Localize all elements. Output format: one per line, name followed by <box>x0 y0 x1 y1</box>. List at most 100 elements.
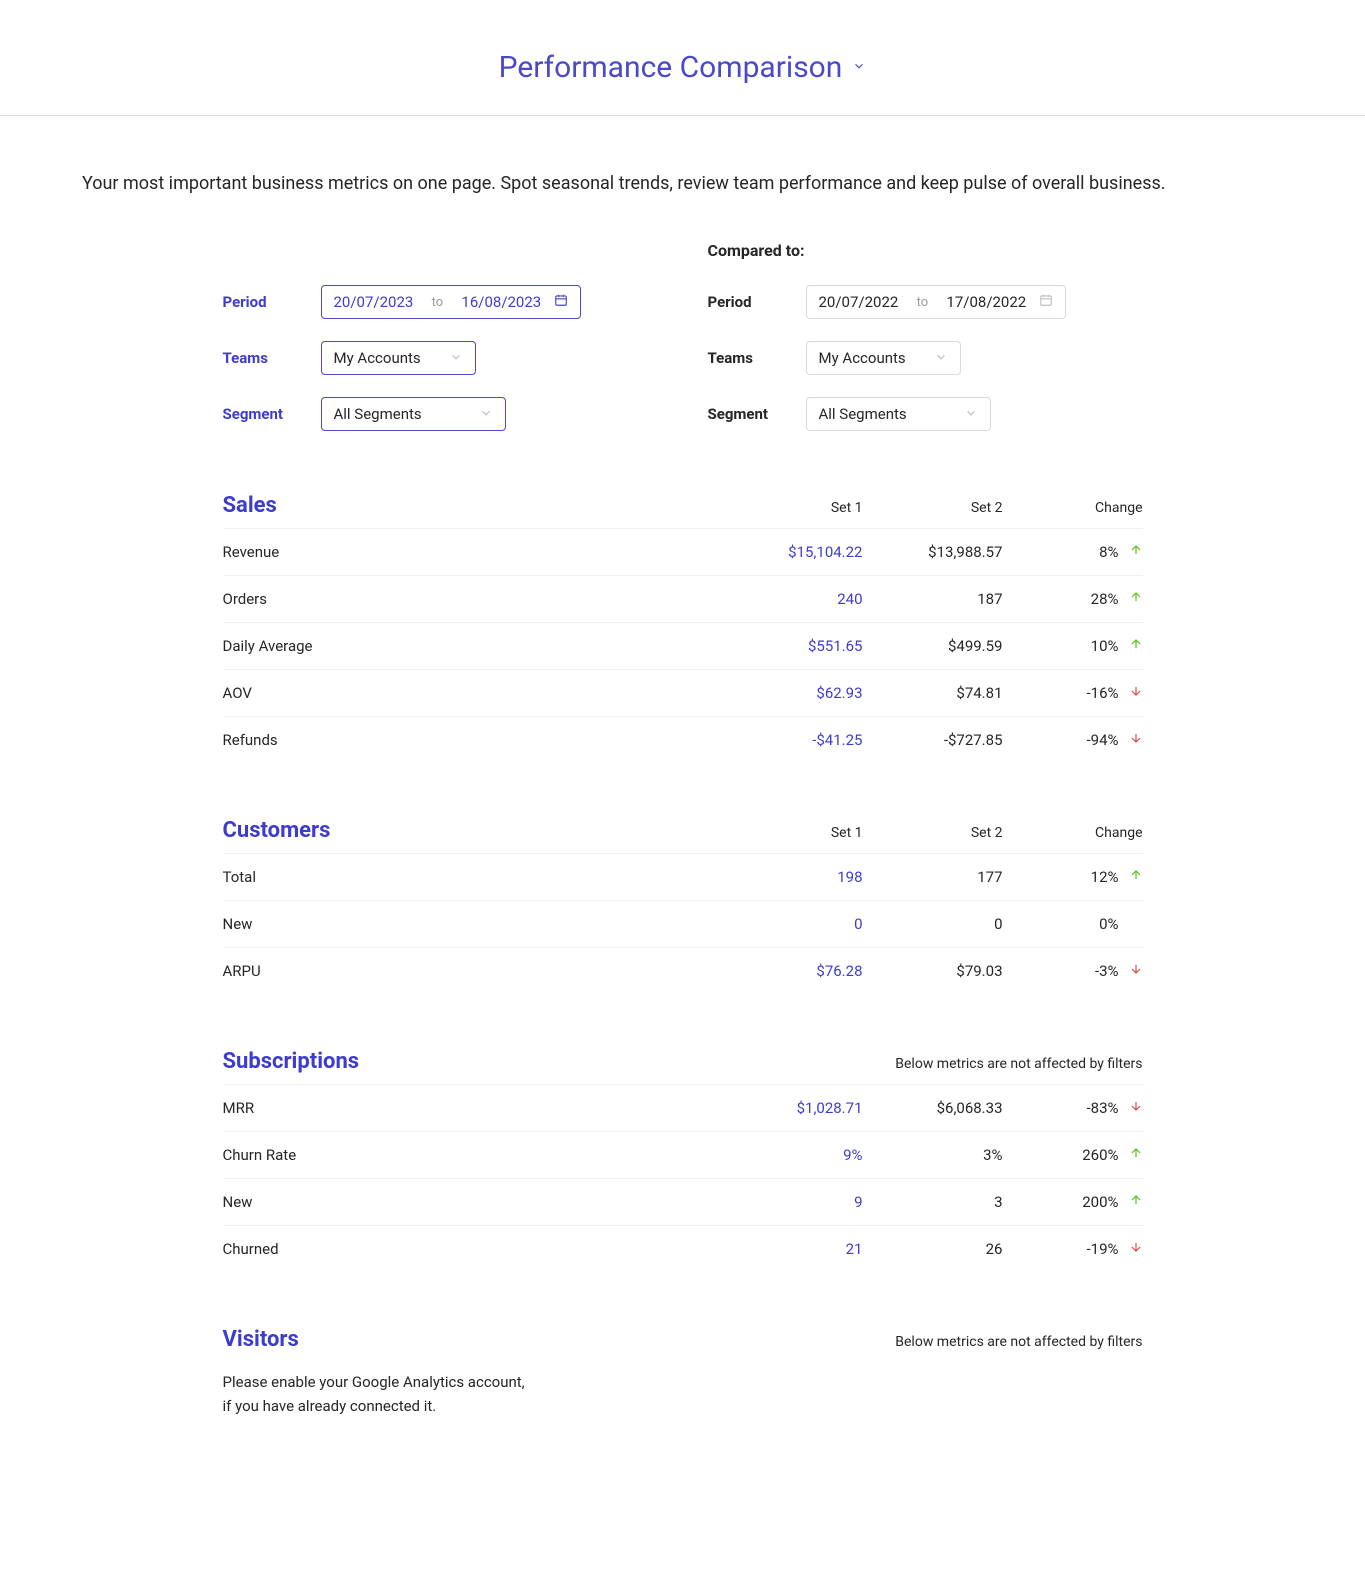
period-label: Period <box>223 293 303 311</box>
table-row: New000% <box>223 900 1143 947</box>
arrow-up-icon <box>1129 868 1143 886</box>
change-pct: -3% <box>1095 962 1119 980</box>
row-label: MRR <box>223 1099 723 1117</box>
row-set1: 0 <box>723 915 863 933</box>
date-range-picker-compare[interactable]: 20/07/2022 to 17/08/2022 <box>806 285 1066 319</box>
row-change: -94% <box>1003 731 1143 749</box>
visitors-note: Below metrics are not affected by filter… <box>723 1334 1143 1350</box>
row-set1: $76.28 <box>723 962 863 980</box>
row-change: -19% <box>1003 1240 1143 1258</box>
change-pct: 28% <box>1091 590 1119 608</box>
section-customers: Customers Set 1 Set 2 Change Total198177… <box>223 808 1143 994</box>
row-set2: 26 <box>863 1240 1003 1258</box>
row-set1: 240 <box>723 590 863 608</box>
teams-select-primary[interactable]: My Accounts <box>321 341 476 375</box>
arrow-down-icon <box>1129 731 1143 749</box>
table-row: Daily Average$551.65$499.5910% <box>223 622 1143 669</box>
row-set1: $15,104.22 <box>723 543 863 561</box>
compared-to-title: Compared to: <box>708 241 1143 261</box>
teams-select-compare[interactable]: My Accounts <box>806 341 961 375</box>
teams-value: My Accounts <box>334 349 421 367</box>
teams-label: Teams <box>223 349 303 367</box>
row-label: Daily Average <box>223 637 723 655</box>
change-pct: -94% <box>1087 731 1119 749</box>
row-set1: $1,028.71 <box>723 1099 863 1117</box>
segment-select-compare[interactable]: All Segments <box>806 397 991 431</box>
table-row: Refunds-$41.25-$727.85-94% <box>223 716 1143 763</box>
col-set2: Set 2 <box>863 825 1003 841</box>
date-to-separator: to <box>917 295 929 310</box>
ga-note-line2: if you have already connected it. <box>223 1394 1143 1418</box>
date-range-picker-primary[interactable]: 20/07/2023 to 16/08/2023 <box>321 285 581 319</box>
row-set2: $13,988.57 <box>863 543 1003 561</box>
date-to-separator: to <box>432 295 444 310</box>
chevron-down-icon <box>449 350 463 367</box>
arrow-down-icon <box>1129 1099 1143 1117</box>
change-pct: -83% <box>1087 1099 1119 1117</box>
section-sales: Sales Set 1 Set 2 Change Revenue$15,104.… <box>223 483 1143 763</box>
row-set2: $74.81 <box>863 684 1003 702</box>
row-change: -3% <box>1003 962 1143 980</box>
ga-note-line1: Please enable your Google Analytics acco… <box>223 1370 1143 1394</box>
change-pct: -16% <box>1087 684 1119 702</box>
section-rows-subscriptions: MRR$1,028.71$6,068.33-83%Churn Rate9%3%2… <box>223 1084 1143 1272</box>
row-change: 0% <box>1003 915 1143 933</box>
row-change: 260% <box>1003 1146 1143 1164</box>
arrow-down-icon <box>1129 684 1143 702</box>
col-set2: Set 2 <box>863 500 1003 516</box>
chevron-down-icon <box>964 406 978 423</box>
change-pct: 8% <box>1099 543 1118 561</box>
arrow-up-icon <box>1129 590 1143 608</box>
row-set2: -$727.85 <box>863 731 1003 749</box>
chevron-down-icon <box>852 59 866 77</box>
section-title-visitors: Visitors <box>223 1327 723 1352</box>
segment-label: Segment <box>708 405 788 423</box>
arrow-up-icon <box>1129 1193 1143 1211</box>
arrow-up-icon <box>1129 1146 1143 1164</box>
row-set1: 198 <box>723 868 863 886</box>
segment-select-primary[interactable]: All Segments <box>321 397 506 431</box>
table-row: Churned2126-19% <box>223 1225 1143 1272</box>
section-rows-sales: Revenue$15,104.22$13,988.57 8% Orders24018… <box>223 528 1143 763</box>
row-label: New <box>223 915 723 933</box>
row-set1: $551.65 <box>723 637 863 655</box>
section-visitors: Visitors Below metrics are not affected … <box>223 1317 1143 1418</box>
date-to: 17/08/2022 <box>946 293 1026 311</box>
page-title: Performance Comparison <box>499 50 843 85</box>
arrow-up-icon <box>1129 637 1143 655</box>
row-change: 10% <box>1003 637 1143 655</box>
row-set2: $499.59 <box>863 637 1003 655</box>
row-set2: $79.03 <box>863 962 1003 980</box>
table-row: Orders24018728% <box>223 575 1143 622</box>
calendar-icon <box>554 293 568 311</box>
row-label: Refunds <box>223 731 723 749</box>
row-label: Orders <box>223 590 723 608</box>
row-label: Revenue <box>223 543 723 561</box>
filter-column-primary: Period 20/07/2023 to 16/08/2023 Teams My… <box>223 241 658 453</box>
table-row: ARPU$76.28$79.03-3% <box>223 947 1143 994</box>
filter-column-compare: Compared to: Period 20/07/2022 to 17/08/… <box>708 241 1143 453</box>
row-set1: 9% <box>723 1146 863 1164</box>
table-row: AOV$62.93$74.81-16% <box>223 669 1143 716</box>
row-set1: 21 <box>723 1240 863 1258</box>
table-row: MRR$1,028.71$6,068.33-83% <box>223 1084 1143 1131</box>
table-row: Churn Rate9%3%260% <box>223 1131 1143 1178</box>
row-change: -83% <box>1003 1099 1143 1117</box>
change-pct: 0% <box>1099 915 1118 933</box>
change-pct: 260% <box>1082 1146 1118 1164</box>
chevron-down-icon <box>479 406 493 423</box>
col-change: Change <box>1003 500 1143 516</box>
row-set1: 9 <box>723 1193 863 1211</box>
section-title-sales: Sales <box>223 493 723 518</box>
row-label: Churn Rate <box>223 1146 723 1164</box>
col-set1: Set 1 <box>723 500 863 516</box>
section-subscriptions: Subscriptions Below metrics are not affe… <box>223 1039 1143 1272</box>
subscriptions-note: Below metrics are not affected by filter… <box>723 1056 1143 1072</box>
table-row: Total19817712% <box>223 853 1143 900</box>
row-label: Churned <box>223 1240 723 1258</box>
section-rows-customers: Total19817712%New000%ARPU$76.28$79.03-3% <box>223 853 1143 994</box>
row-set2: 0 <box>863 915 1003 933</box>
teams-value: My Accounts <box>819 349 906 367</box>
change-pct: 12% <box>1091 868 1119 886</box>
page-title-dropdown[interactable]: Performance Comparison <box>499 50 867 85</box>
